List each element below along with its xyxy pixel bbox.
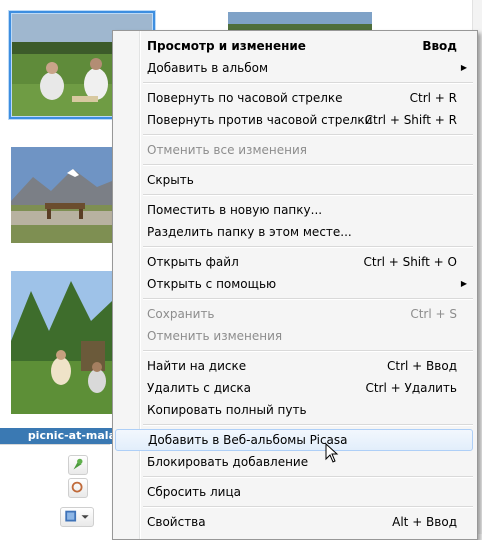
submenu-arrow-icon: ▶: [460, 63, 467, 72]
menu-item-label: Копировать полный путь: [147, 403, 307, 417]
thumbnail-forest-picnic[interactable]: [11, 271, 112, 414]
menu-item-rotate-ccw[interactable]: Повернуть против часовой стрелки Ctrl + …: [115, 109, 473, 131]
menu-item-add-to-album[interactable]: Добавить в альбом ▶: [115, 57, 473, 79]
menu-item-reset-faces[interactable]: Сбросить лица: [115, 481, 473, 503]
menu-item-label: Отменить изменения: [147, 329, 283, 343]
menu-item-label: Просмотр и изменение: [147, 39, 306, 53]
thumbnail-caption: picnic-at-malа: [0, 428, 124, 444]
menu-separator: [143, 82, 473, 84]
menu-separator: [143, 164, 473, 166]
menu-item-label: Удалить с диска: [147, 381, 252, 395]
menu-item-properties[interactable]: Свойства Alt + Ввод: [115, 511, 473, 533]
menu-item-label: Блокировать добавление: [147, 455, 309, 469]
menu-item-label: Открыть файл: [147, 255, 239, 269]
menu-item-rotate-cw[interactable]: Повернуть по часовой стрелке Ctrl + R: [115, 87, 473, 109]
menu-item-save: Сохранить Ctrl + S: [115, 303, 473, 325]
pin-icon[interactable]: [68, 455, 88, 475]
menu-item-label: Разделить папку в этом месте...: [147, 225, 352, 239]
menu-item-shortcut: Ctrl + R: [409, 91, 457, 105]
thumbnail-mountain-lake-table[interactable]: [11, 147, 112, 243]
menu-item-label: Добавить в Веб-альбомы Picasa: [148, 433, 348, 447]
menu-separator: [143, 350, 473, 352]
menu-item-shortcut: Alt + Ввод: [392, 515, 457, 529]
menu-separator: [143, 424, 473, 426]
menu-item-label: Отменить все изменения: [147, 143, 307, 157]
menu-item-label: Найти на диске: [147, 359, 247, 373]
menu-item-shortcut: Ctrl + S: [410, 307, 457, 321]
side-tools-panel: [0, 444, 110, 535]
menu-item-block-upload[interactable]: Блокировать добавление: [115, 451, 473, 473]
menu-item-label: Скрыть: [147, 173, 194, 187]
menu-item-split-folder[interactable]: Разделить папку в этом месте...: [115, 221, 473, 243]
menu-item-open-with[interactable]: Открыть с помощью ▶: [115, 273, 473, 295]
menu-separator: [143, 298, 473, 300]
menu-item-label: Сбросить лица: [147, 485, 242, 499]
menu-item-shortcut: Ctrl + Shift + R: [364, 113, 457, 127]
menu-item-open-file[interactable]: Открыть файл Ctrl + Shift + O: [115, 251, 473, 273]
menu-item-shortcut: Ctrl + Shift + O: [363, 255, 457, 269]
menu-item-label: Добавить в альбом: [147, 61, 268, 75]
menu-item-label: Открыть с помощью: [147, 277, 277, 291]
menu-item-undo-changes: Отменить изменения: [115, 325, 473, 347]
menu-item-view-edit[interactable]: Просмотр и изменение Ввод: [115, 35, 473, 57]
context-menu: Просмотр и изменение Ввод Добавить в аль…: [112, 30, 478, 540]
menu-item-label: Свойства: [147, 515, 206, 529]
menu-item-move-new-folder[interactable]: Поместить в новую папку...: [115, 199, 473, 221]
menu-separator: [143, 506, 473, 508]
submenu-arrow-icon: ▶: [460, 279, 467, 288]
menu-item-copy-full-path[interactable]: Копировать полный путь: [115, 399, 473, 421]
menu-item-shortcut: Ctrl + Ввод: [387, 359, 457, 373]
menu-item-label: Повернуть по часовой стрелке: [147, 91, 343, 105]
menu-item-hide[interactable]: Скрыть: [115, 169, 473, 191]
menu-item-shortcut: Ввод: [422, 39, 457, 53]
menu-item-shortcut: Ctrl + Удалить: [365, 381, 457, 395]
menu-item-delete-from-disk[interactable]: Удалить с диска Ctrl + Удалить: [115, 377, 473, 399]
menu-item-undo-all: Отменить все изменения: [115, 139, 473, 161]
menu-item-add-to-picasa-web-albums[interactable]: Добавить в Веб-альбомы Picasa: [115, 429, 473, 451]
menu-item-label: Повернуть против часовой стрелки: [147, 113, 373, 127]
menu-item-label: Сохранить: [147, 307, 215, 321]
circle-icon[interactable]: [68, 478, 88, 498]
thumbnail-sky-top[interactable]: [228, 12, 372, 32]
mouse-pointer-icon: [325, 442, 339, 463]
photo-export-icon[interactable]: [60, 507, 94, 527]
menu-separator: [143, 476, 473, 478]
menu-separator: [143, 194, 473, 196]
menu-item-label: Поместить в новую папку...: [147, 203, 323, 217]
menu-separator: [143, 246, 473, 248]
menu-separator: [143, 134, 473, 136]
menu-item-find-on-disk[interactable]: Найти на диске Ctrl + Ввод: [115, 355, 473, 377]
